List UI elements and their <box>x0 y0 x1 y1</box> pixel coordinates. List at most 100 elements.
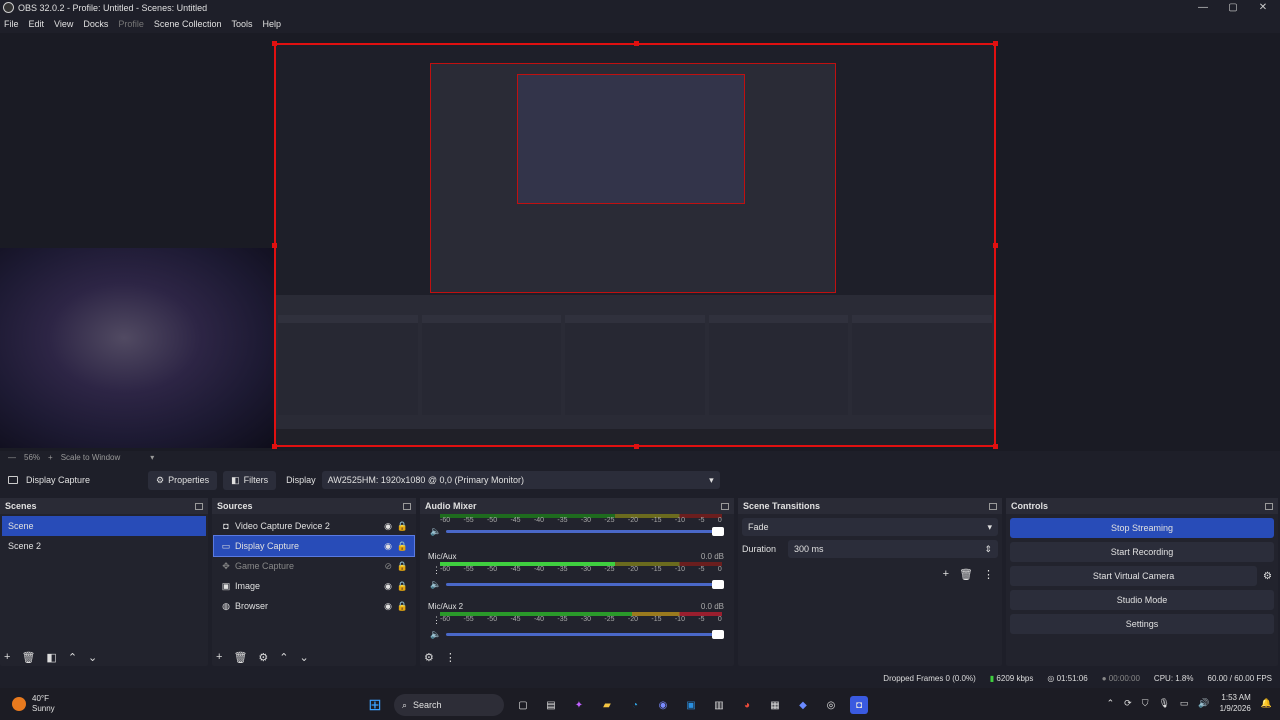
settings-button[interactable]: Settings <box>1010 614 1274 634</box>
network-icon[interactable]: ▭ <box>1180 698 1189 709</box>
menu-scene-collection[interactable]: Scene Collection <box>154 19 222 29</box>
filter-icon[interactable]: ◧ <box>46 651 56 664</box>
more-icon[interactable]: ⋮ <box>983 568 994 581</box>
lock-icon[interactable]: 🔒 <box>397 521 408 532</box>
weather-widget[interactable]: 40°F Sunny <box>12 694 55 714</box>
zoom-minus-icon[interactable]: — <box>8 453 16 462</box>
obs-taskbar-icon[interactable]: ◎ <box>822 696 840 714</box>
more-icon[interactable]: ⋮ <box>432 615 441 626</box>
discord-icon[interactable]: ◉ <box>654 696 672 714</box>
zoom-plus-icon[interactable]: + <box>48 453 53 462</box>
windows-start-icon[interactable]: ⊞ <box>366 696 384 714</box>
source-item[interactable]: ▭ Display Capture ◉ 🔒 <box>213 535 415 557</box>
lock-icon[interactable]: 🔒 <box>397 601 408 612</box>
volume-slider[interactable] <box>446 630 724 639</box>
lock-icon[interactable]: 🔒 <box>397 561 408 572</box>
properties-button[interactable]: ⚙ Properties <box>148 470 218 490</box>
menu-file[interactable]: File <box>4 19 19 29</box>
source-item[interactable]: ◘ Video Capture Device 2 ◉ 🔒 <box>214 516 414 536</box>
gear-icon[interactable]: ⚙ <box>258 651 268 664</box>
menu-profile[interactable]: Profile <box>118 19 144 29</box>
eye-icon[interactable]: ◉ <box>384 581 392 592</box>
task-view-icon[interactable]: ▢ <box>514 696 532 714</box>
app-icon[interactable]: ▥ <box>710 696 728 714</box>
resize-handle[interactable] <box>993 444 998 449</box>
resize-handle[interactable] <box>272 243 277 248</box>
scene-item[interactable]: Scene 2 <box>2 536 206 556</box>
resize-handle[interactable] <box>272 444 277 449</box>
add-icon[interactable]: + <box>4 651 10 664</box>
eye-icon[interactable]: ◉ <box>384 541 392 552</box>
eye-icon[interactable]: ◉ <box>384 521 392 532</box>
speaker-icon[interactable]: 🔈 <box>430 526 441 537</box>
more-icon[interactable]: ⋮ <box>432 565 441 576</box>
filters-button[interactable]: ◧ Filters <box>223 470 277 490</box>
studio-mode-button[interactable]: Studio Mode <box>1010 590 1274 610</box>
volume-slider[interactable] <box>446 527 724 536</box>
trash-icon[interactable]: 🗑 <box>21 651 35 664</box>
minimize-button[interactable]: — <box>1188 0 1218 15</box>
add-icon[interactable]: + <box>943 568 949 581</box>
maximize-button[interactable]: ▢ <box>1218 0 1248 15</box>
arrow-down-icon[interactable]: ⌄ <box>300 651 309 664</box>
volume-icon[interactable]: 🔊 <box>1198 698 1209 709</box>
stop-streaming-button[interactable]: Stop Streaming <box>1010 518 1274 538</box>
copilot-icon[interactable]: ✦ <box>570 696 588 714</box>
app-icon[interactable]: ◘ <box>850 696 868 714</box>
menu-view[interactable]: View <box>54 19 73 29</box>
display-capture-source[interactable] <box>272 41 998 449</box>
undock-icon[interactable] <box>989 502 997 510</box>
menu-edit[interactable]: Edit <box>29 19 45 29</box>
notification-icon[interactable]: 🔔 <box>1261 698 1272 709</box>
advanced-audio-icon[interactable]: ⚙ <box>424 651 434 664</box>
scale-mode-dropdown-icon[interactable]: ▾ <box>150 453 154 462</box>
resize-handle[interactable] <box>993 243 998 248</box>
lock-icon[interactable]: 🔒 <box>397 541 408 552</box>
transition-select[interactable]: Fade ▾ <box>742 518 998 536</box>
eye-icon[interactable]: ◉ <box>384 601 392 612</box>
close-button[interactable]: ✕ <box>1248 0 1278 15</box>
file-explorer-icon[interactable]: ▰ <box>598 696 616 714</box>
start-virtual-camera-button[interactable]: Start Virtual Camera <box>1010 566 1258 586</box>
chevron-up-icon[interactable]: ⌃ <box>1107 698 1115 709</box>
undock-icon[interactable] <box>403 502 411 510</box>
undock-icon[interactable] <box>195 502 203 510</box>
undock-icon[interactable] <box>721 502 729 510</box>
widgets-icon[interactable]: ▤ <box>542 696 560 714</box>
gear-icon[interactable]: ⚙ <box>1263 571 1272 582</box>
eye-hidden-icon[interactable]: ⊘ <box>384 561 392 572</box>
volume-slider[interactable] <box>446 580 724 589</box>
speaker-icon[interactable]: 🔈 <box>430 629 441 640</box>
outlook-icon[interactable]: ▣ <box>682 696 700 714</box>
more-icon[interactable]: ⋮ <box>445 651 456 664</box>
app-icon[interactable]: ◆ <box>794 696 812 714</box>
mic-icon[interactable]: 🎙 <box>1158 698 1169 709</box>
scale-mode[interactable]: Scale to Window <box>61 453 121 462</box>
menu-docks[interactable]: Docks <box>83 19 108 29</box>
arrow-down-icon[interactable]: ⌄ <box>88 651 97 664</box>
chrome-icon[interactable]: ◕ <box>738 696 756 714</box>
trash-icon[interactable]: 🗑 <box>233 651 247 664</box>
display-select[interactable]: AW2525HM: 1920x1080 @ 0,0 (Primary Monit… <box>321 471 720 489</box>
lock-icon[interactable]: 🔒 <box>397 581 408 592</box>
trash-icon[interactable]: 🗑 <box>959 568 973 581</box>
menu-help[interactable]: Help <box>262 19 281 29</box>
resize-handle[interactable] <box>634 41 639 46</box>
taskbar-search[interactable]: ⌕ Search <box>394 694 504 716</box>
shield-icon[interactable]: ⛉ <box>1142 698 1149 709</box>
edge-icon[interactable]: ◔ <box>626 696 644 714</box>
preview-canvas[interactable] <box>0 33 1280 451</box>
scene-item[interactable]: Scene <box>2 516 206 536</box>
undock-icon[interactable] <box>1265 502 1273 510</box>
clock[interactable]: 1:53 AM 1/9/2026 <box>1220 692 1251 714</box>
duration-input[interactable]: 300 ms ⇕ <box>788 540 998 558</box>
source-item[interactable]: ◍ Browser ◉ 🔒 <box>214 596 414 616</box>
source-item[interactable]: ▣ Image ◉ 🔒 <box>214 576 414 596</box>
speaker-icon[interactable]: 🔈 <box>430 579 441 590</box>
spinner-icon[interactable]: ⇕ <box>984 544 992 555</box>
resize-handle[interactable] <box>634 444 639 449</box>
resize-handle[interactable] <box>993 41 998 46</box>
sync-icon[interactable]: ⟳ <box>1124 698 1132 709</box>
menu-tools[interactable]: Tools <box>231 19 252 29</box>
add-icon[interactable]: + <box>216 651 222 664</box>
